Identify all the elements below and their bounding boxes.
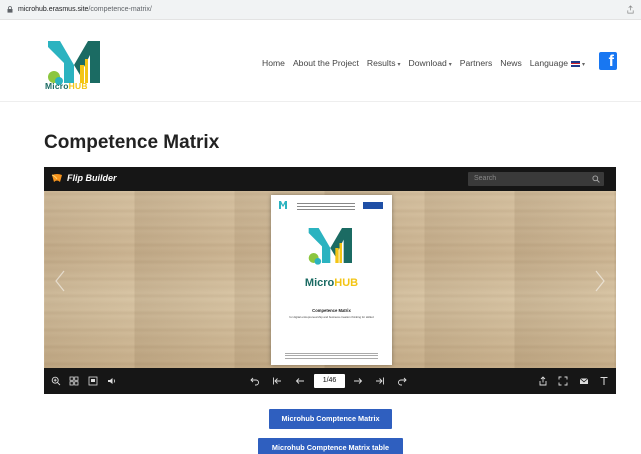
url-path: /competence-matrix/ (88, 6, 152, 13)
nav-home[interactable]: Home (262, 58, 285, 68)
address-bar[interactable]: microhub.erasmus.site/competence-matrix/ (0, 0, 641, 20)
flip-builder-logo-icon (51, 174, 62, 182)
cover-footer-lines (285, 351, 378, 360)
page-title: Competence Matrix (44, 132, 220, 153)
search-icon[interactable] (592, 175, 600, 183)
cover-logo (308, 228, 352, 265)
facebook-icon[interactable]: f (599, 52, 617, 70)
book-stage: MicroHUB Competence Matrix for digital e… (44, 191, 616, 368)
first-page-icon[interactable] (272, 376, 282, 386)
eu-flag-icon (363, 202, 383, 209)
undo-icon[interactable] (250, 376, 260, 386)
nav-partners[interactable]: Partners (460, 58, 492, 68)
cover-wordmark: MicroHUB (304, 277, 359, 289)
competence-matrix-table-button[interactable]: Microhub Comptence Matrix table (258, 438, 403, 454)
viewer-search-input[interactable]: Search (468, 172, 604, 186)
mini-logo-icon (279, 201, 287, 209)
page-number-input[interactable]: 1/46 (314, 374, 345, 388)
lock-icon (7, 6, 13, 13)
cover-title: Competence Matrix (312, 308, 351, 313)
next-page-arrow-icon[interactable] (594, 269, 606, 293)
competence-matrix-button[interactable]: Microhub Comptence Matrix (269, 409, 392, 429)
previous-page-arrow-icon[interactable] (54, 269, 66, 293)
uk-flag-icon (571, 60, 581, 67)
url-host: microhub.erasmus.site (18, 6, 89, 13)
logo-wordmark: MicroHUB (45, 81, 88, 91)
viewer-top-bar: Flip Builder Search (44, 167, 616, 191)
next-page-icon[interactable] (353, 376, 363, 386)
fullscreen-icon[interactable] (558, 376, 568, 386)
table-of-contents-icon[interactable] (88, 376, 98, 386)
flipbook-viewer: Flip Builder Search MicroHUB Competence … (44, 167, 616, 394)
nav-download[interactable]: Download ▾ (409, 58, 452, 68)
previous-page-icon[interactable] (295, 376, 305, 386)
zoom-in-icon[interactable] (51, 376, 61, 386)
last-page-icon[interactable] (375, 376, 385, 386)
flip-builder-brand[interactable]: Flip Builder (51, 173, 117, 183)
chevron-down-icon: ▾ (448, 62, 452, 68)
cover-subtitle: for digital entrepreneurship and busines… (289, 315, 374, 319)
nav-news[interactable]: News (500, 58, 522, 68)
cover-header-lines (297, 201, 355, 212)
site-header: MicroHUB Home About the Project Results ▾… (0, 20, 641, 102)
nav-language[interactable]: Language ▾ (530, 58, 585, 68)
viewer-toolbar: 1/46 (44, 368, 616, 394)
share-export-icon[interactable] (538, 376, 548, 386)
nav-about-the-project[interactable]: About the Project (293, 58, 359, 68)
nav-results[interactable]: Results ▾ (367, 58, 401, 68)
redo-icon[interactable] (397, 376, 407, 386)
main-nav: Home About the Project Results ▾ Download… (262, 58, 593, 68)
email-icon[interactable] (579, 376, 589, 386)
sound-icon[interactable] (107, 376, 117, 386)
chevron-down-icon: ▾ (582, 62, 586, 68)
chevron-down-icon: ▾ (397, 62, 401, 68)
share-icon[interactable] (626, 5, 635, 14)
book-cover-page[interactable]: MicroHUB Competence Matrix for digital e… (271, 195, 392, 365)
thumbnails-icon[interactable] (69, 376, 79, 386)
text-mode-icon[interactable] (599, 376, 609, 386)
